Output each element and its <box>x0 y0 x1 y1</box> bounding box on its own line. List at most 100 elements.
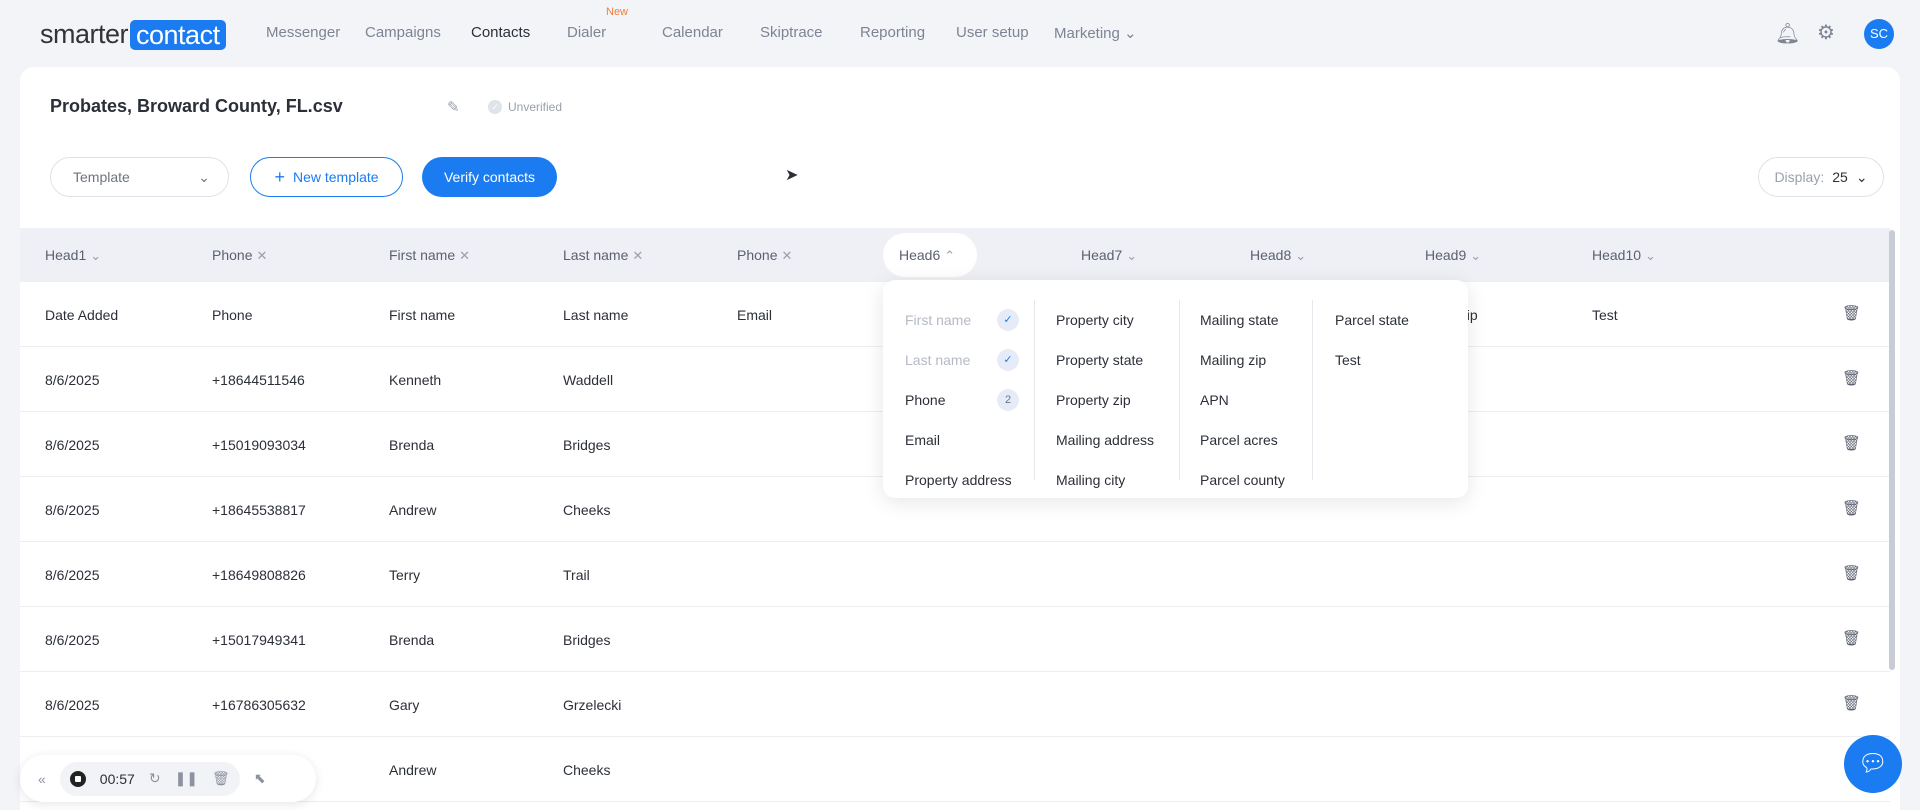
table-cell: Andrew <box>389 502 437 518</box>
dropdown-option[interactable]: Last name ✓ <box>905 340 1019 380</box>
chat-button[interactable]: 💬︎ <box>1844 735 1902 793</box>
nav-calendar[interactable]: Calendar <box>662 24 723 41</box>
header-head8[interactable]: Head8 ⌄ <box>1250 247 1306 264</box>
close-icon[interactable]: ✕ <box>459 248 470 263</box>
table-cell: First name <box>389 307 456 323</box>
table-cell: +18644511546 <box>212 372 305 388</box>
dropdown-option[interactable]: First name ✓ <box>905 300 1019 340</box>
dropdown-option[interactable]: Property zip <box>1056 380 1170 420</box>
header-head1[interactable]: Head1 ⌄ <box>45 247 101 264</box>
nav-messenger[interactable]: Messenger <box>266 24 340 41</box>
nav-campaigns[interactable]: Campaigns <box>365 24 441 41</box>
option-label: Parcel state <box>1335 312 1409 328</box>
template-select[interactable]: Template ⌄ <box>50 157 229 197</box>
pointer-icon[interactable]: ⬉ <box>254 770 266 787</box>
table-cell: 8/6/2025 <box>45 437 100 453</box>
logo[interactable]: smarter contact <box>40 19 226 50</box>
recorder-bar: « 00:57 ↻ ❚❚ 🗑︎ ⬉ <box>20 755 316 802</box>
dropdown-option[interactable]: Mailing state <box>1200 300 1314 340</box>
header-label: Head10 <box>1592 247 1642 263</box>
logo-text-box: contact <box>130 19 226 50</box>
delete-row-icon[interactable]: 🗑︎ <box>1842 564 1861 582</box>
option-label: Mailing city <box>1056 472 1126 488</box>
display-select[interactable]: Display: 25 ⌄ <box>1758 157 1884 197</box>
table-row[interactable]: 8/6/2025 +16786305632 Gary Grzelecki 🗑︎ <box>20 672 1890 737</box>
option-label: APN <box>1200 392 1229 408</box>
dropdown-option[interactable]: Mailing address <box>1056 420 1170 460</box>
option-label: Parcel acres <box>1200 432 1278 448</box>
header-head7[interactable]: Head7 ⌄ <box>1081 247 1137 264</box>
header-head9[interactable]: Head9 ⌄ <box>1425 247 1481 264</box>
check-icon: ✓ <box>997 309 1019 331</box>
restart-icon[interactable]: ↻ <box>149 770 161 787</box>
dropdown-option[interactable]: Property state <box>1056 340 1170 380</box>
verify-contacts-button[interactable]: Verify contacts <box>422 157 557 197</box>
dropdown-option[interactable]: Email <box>905 420 1019 460</box>
table-cell: +15017949341 <box>212 632 306 648</box>
dropdown-option[interactable]: Parcel state <box>1335 300 1449 340</box>
edit-icon[interactable]: ✎ <box>447 98 460 116</box>
header-phone-2[interactable]: Phone ✕ <box>737 247 792 264</box>
recording-time: 00:57 <box>99 770 135 787</box>
table-row[interactable]: 8/6/2025 +18649808826 Terry Trail 🗑︎ <box>20 542 1890 607</box>
delete-row-icon[interactable]: 🗑︎ <box>1842 694 1861 712</box>
dropdown-option[interactable]: Parcel acres <box>1200 420 1314 460</box>
bell-icon[interactable]: 🔔︎ <box>1775 21 1800 46</box>
option-label: First name <box>905 312 972 328</box>
delete-row-icon[interactable]: 🗑︎ <box>1842 629 1861 647</box>
header-head10[interactable]: Head10 ⌄ <box>1592 247 1656 264</box>
nav-user-setup[interactable]: User setup <box>956 24 1029 41</box>
avatar[interactable]: SC <box>1864 19 1894 49</box>
pause-icon[interactable]: ❚❚ <box>175 770 198 787</box>
header-label: Phone <box>212 247 253 263</box>
delete-row-icon[interactable]: 🗑︎ <box>1842 304 1861 322</box>
stop-icon[interactable] <box>69 770 86 787</box>
close-icon[interactable]: ✕ <box>781 248 792 263</box>
dropdown-option[interactable]: Test <box>1335 340 1449 380</box>
option-label: Mailing address <box>1056 432 1155 448</box>
dropdown-option[interactable]: Phone 2 <box>905 380 1019 420</box>
table-cell: Waddell <box>563 372 614 388</box>
trash-icon[interactable]: 🗑︎ <box>212 770 230 787</box>
dropdown-option[interactable]: Parcel county <box>1200 460 1314 500</box>
header-last-name[interactable]: Last name ✕ <box>563 247 643 264</box>
close-icon[interactable]: ✕ <box>632 248 643 263</box>
table-cell: Cheeks <box>563 502 611 518</box>
nav-skiptrace[interactable]: Skiptrace <box>760 24 823 41</box>
chevron-down-icon: ⌄ <box>1126 248 1138 263</box>
scrollbar[interactable] <box>1889 230 1895 670</box>
delete-row-icon[interactable]: 🗑︎ <box>1842 369 1861 387</box>
table-row[interactable]: 8/6/2025 +15017949341 Brenda Bridges 🗑︎ <box>20 607 1890 672</box>
collapse-icon[interactable]: « <box>38 771 46 787</box>
table-cell: +15019093034 <box>212 437 306 453</box>
nav-contacts[interactable]: Contacts <box>471 24 530 41</box>
dropdown-option[interactable]: APN <box>1200 380 1314 420</box>
table-cell: +18645538817 <box>212 502 306 518</box>
option-label: Phone <box>905 392 946 408</box>
gear-icon[interactable]: ⚙ <box>1817 20 1835 45</box>
option-label: Mailing zip <box>1200 352 1267 368</box>
column-mapping-dropdown: First name ✓ Last name ✓ Phone 2 Email Property… <box>883 280 1468 498</box>
option-label: Property state <box>1056 352 1144 368</box>
delete-row-icon[interactable]: 🗑︎ <box>1842 499 1861 517</box>
header-head6[interactable]: Head6 ⌃ <box>883 233 977 277</box>
chevron-down-icon: ⌄ <box>198 168 210 185</box>
delete-row-icon[interactable]: 🗑︎ <box>1842 434 1861 452</box>
nav-marketing[interactable]: Marketing ⌄ <box>1054 24 1137 42</box>
new-template-button[interactable]: + New template <box>250 157 403 197</box>
option-label: Parcel county <box>1200 472 1285 488</box>
page-title: Probates, Broward County, FL.csv <box>50 96 343 116</box>
option-label: Property address <box>905 472 1012 488</box>
table-cell: Last name <box>563 307 629 323</box>
header-first-name[interactable]: First name ✕ <box>389 247 470 264</box>
display-value: 25 <box>1832 169 1848 185</box>
header-phone[interactable]: Phone ✕ <box>212 247 267 264</box>
nav-reporting[interactable]: Reporting <box>860 24 925 41</box>
dropdown-option[interactable]: Property address <box>905 460 1019 500</box>
dropdown-option[interactable]: Mailing city <box>1056 460 1170 500</box>
dropdown-option[interactable]: Property city <box>1056 300 1170 340</box>
close-icon[interactable]: ✕ <box>256 248 267 263</box>
dropdown-option[interactable]: Mailing zip <box>1200 340 1314 380</box>
option-label: Property zip <box>1056 392 1131 408</box>
nav-dialer[interactable]: Dialer <box>567 24 606 41</box>
